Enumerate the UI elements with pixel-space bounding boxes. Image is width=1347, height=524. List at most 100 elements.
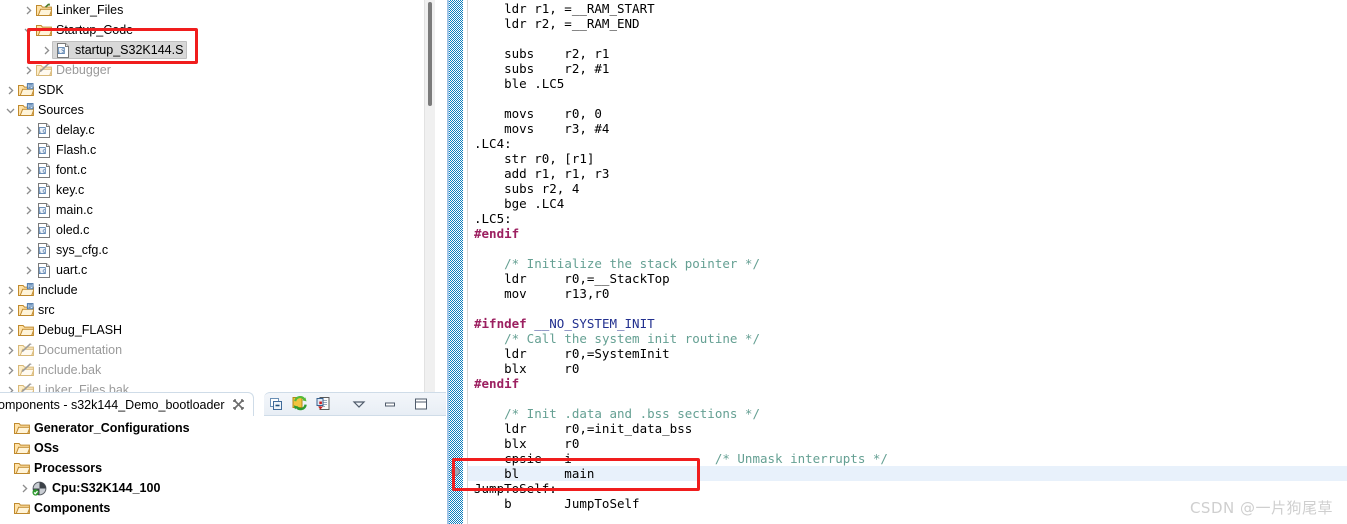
code-line[interactable]: /* Initialize the stack pointer */ (468, 256, 1347, 271)
chevron-right-icon[interactable] (4, 280, 17, 300)
tree-item-content[interactable]: Processors (13, 460, 102, 476)
explorer-tree-row[interactable]: Linker_Files.bak (0, 380, 446, 392)
code-line[interactable]: ldr r2, =__RAM_END (468, 16, 1347, 31)
code-line[interactable]: /* Call the system init routine */ (468, 331, 1347, 346)
explorer-tree-row[interactable]: .c delay.c (0, 120, 446, 140)
code-line[interactable]: cpsie i /* Unmask interrupts */ (468, 451, 1347, 466)
components-tree-row[interactable]: OSs (0, 438, 446, 458)
tree-item-content[interactable]: .c oled.c (35, 222, 89, 238)
explorer-tree-row[interactable]: include.bak (0, 360, 446, 380)
tree-item-content[interactable]: Cpu:S32K144_100 (31, 480, 160, 496)
code-line[interactable]: subs r2, r1 (468, 46, 1347, 61)
code-line[interactable]: /* Init .data and .bss sections */ (468, 406, 1347, 421)
explorer-tree-row[interactable]: .c key.c (0, 180, 446, 200)
tree-item-content[interactable]: include.bak (17, 362, 101, 378)
tree-item-content[interactable]: Generator_Configurations (13, 420, 190, 436)
tree-item-content[interactable]: SDK (17, 82, 64, 98)
chevron-right-icon[interactable] (4, 380, 17, 392)
chevron-right-icon[interactable] (22, 0, 35, 20)
components-tree-row[interactable]: Components (0, 498, 446, 518)
code-line[interactable]: str r0, [r1] (468, 151, 1347, 166)
chevron-down-icon[interactable] (22, 20, 35, 40)
code-line[interactable]: movs r0, 0 (468, 106, 1347, 121)
tree-item-content[interactable]: src (17, 302, 55, 318)
chevron-right-icon[interactable] (22, 60, 35, 80)
chevron-right-icon[interactable] (22, 160, 35, 180)
close-icon[interactable] (232, 398, 245, 411)
code-line[interactable]: mov r13,r0 (468, 286, 1347, 301)
code-line[interactable]: ldr r0,=init_data_bss (468, 421, 1347, 436)
code-line[interactable]: add r1, r1, r3 (468, 166, 1347, 181)
tree-item-content[interactable]: Debugger (35, 62, 111, 78)
components-tree-row[interactable]: Generator_Configurations (0, 418, 446, 438)
explorer-tree-row[interactable]: Linker_Files (0, 0, 446, 20)
tree-item-content[interactable]: Linker_Files (35, 2, 123, 18)
chevron-right-icon[interactable] (22, 240, 35, 260)
code-line[interactable]: .LC5: (468, 211, 1347, 226)
components-panel[interactable]: omponents - s32k144_Demo_bootloader Gene… (0, 392, 446, 524)
code-line[interactable]: bge .LC4 (468, 196, 1347, 211)
maximize-icon[interactable] (410, 394, 432, 414)
tree-item-content[interactable]: OSs (13, 440, 59, 456)
chevron-right-icon[interactable] (22, 180, 35, 200)
chevron-right-icon[interactable] (4, 340, 17, 360)
chevron-right-icon[interactable] (22, 200, 35, 220)
tree-item-content[interactable]: .c main.c (35, 202, 93, 218)
code-line[interactable] (468, 241, 1347, 256)
chevron-right-icon[interactable] (22, 220, 35, 240)
code-line[interactable]: subs r2, 4 (468, 181, 1347, 196)
code-line[interactable]: ldr r0,=SystemInit (468, 346, 1347, 361)
code-line[interactable]: #endif (468, 376, 1347, 391)
tab-components[interactable]: omponents - s32k144_Demo_bootloader (0, 392, 254, 416)
project-tree-scrollbar[interactable] (424, 0, 435, 392)
chevron-right-icon[interactable] (22, 140, 35, 160)
components-toolbar[interactable] (264, 392, 446, 416)
components-tree-row[interactable]: Processors (0, 458, 446, 478)
code-line[interactable] (468, 391, 1347, 406)
code-line[interactable]: ldr r0,=__StackTop (468, 271, 1347, 286)
code-line[interactable] (468, 91, 1347, 106)
chevron-right-icon[interactable] (18, 478, 31, 498)
explorer-tree-row[interactable]: SDK (0, 80, 446, 100)
explorer-tree-row[interactable]: Documentation (0, 340, 446, 360)
chevron-down-icon[interactable] (4, 100, 17, 120)
code-line[interactable]: movs r3, #4 (468, 121, 1347, 136)
code-editor[interactable]: ldr r1, =__RAM_START ldr r2, =__RAM_END … (447, 0, 1347, 524)
chevron-right-icon[interactable] (22, 120, 35, 140)
project-tree-scrollbar-thumb[interactable] (428, 2, 432, 106)
chevron-right-icon[interactable] (4, 80, 17, 100)
tree-item-content[interactable]: .c key.c (35, 182, 84, 198)
tree-item-content[interactable]: Documentation (17, 342, 122, 358)
explorer-tree-row[interactable]: Debugger (0, 60, 446, 80)
code-line[interactable]: bl main (468, 466, 1347, 481)
code-line[interactable] (468, 301, 1347, 316)
explorer-tree-row[interactable]: include (0, 280, 446, 300)
code-line[interactable]: blx r0 (468, 436, 1347, 451)
code-line[interactable]: ldr r1, =__RAM_START (468, 1, 1347, 16)
view-menu-icon[interactable] (348, 394, 370, 414)
tree-item-content[interactable]: .c delay.c (35, 122, 95, 138)
code-line[interactable]: ble .LC5 (468, 76, 1347, 91)
selected-tree-item[interactable]: .S startup_S32K144.S (52, 41, 188, 59)
project-explorer-panel[interactable]: Linker_Files Startup_Code .S startup_S32K14… (0, 0, 446, 392)
explorer-tree-row[interactable]: Startup_Code (0, 20, 446, 40)
code-line[interactable]: #endif (468, 226, 1347, 241)
explorer-tree-row[interactable]: Sources (0, 100, 446, 120)
tree-item-content[interactable]: Linker_Files.bak (17, 382, 129, 392)
code-line[interactable]: .LC4: (468, 136, 1347, 151)
chevron-right-icon[interactable] (4, 360, 17, 380)
code-line[interactable]: blx r0 (468, 361, 1347, 376)
tree-item-content[interactable]: .c font.c (35, 162, 87, 178)
components-tree[interactable]: Generator_Configurations OSs Processors Cpu… (0, 416, 446, 518)
code-text[interactable]: ldr r1, =__RAM_START ldr r2, =__RAM_END … (468, 0, 1347, 524)
explorer-tree-row[interactable]: .c font.c (0, 160, 446, 180)
explorer-tree-row[interactable]: .S startup_S32K144.S (0, 40, 446, 60)
collapse-all-icon[interactable] (265, 394, 287, 414)
explorer-tree-row[interactable]: .c oled.c (0, 220, 446, 240)
tree-item-content[interactable]: Components (13, 500, 110, 516)
tree-item-content[interactable]: Sources (17, 102, 84, 118)
chevron-right-icon[interactable] (4, 320, 17, 340)
tree-item-content[interactable]: .c Flash.c (35, 142, 96, 158)
tree-item-content[interactable]: .c sys_cfg.c (35, 242, 108, 258)
tree-item-content[interactable]: Debug_FLASH (17, 322, 122, 338)
